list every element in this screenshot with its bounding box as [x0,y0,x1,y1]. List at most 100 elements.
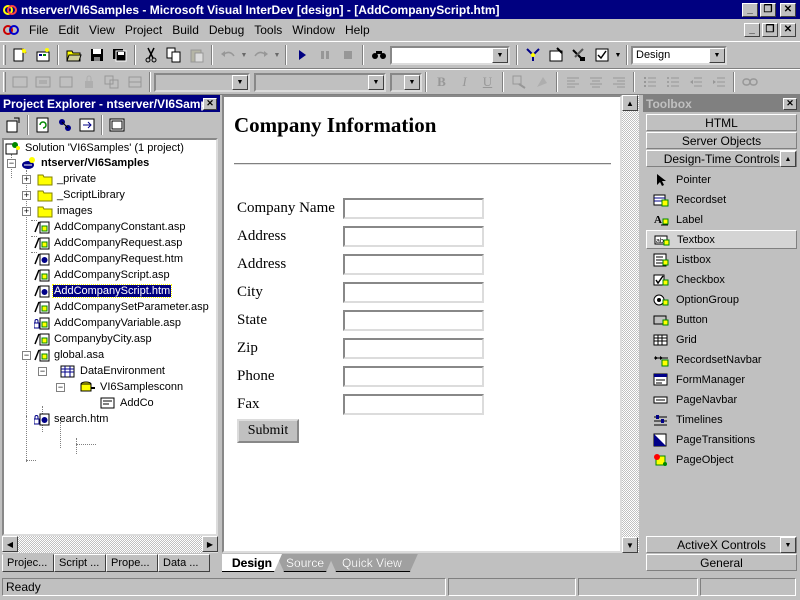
menu-build[interactable]: Build [167,23,204,37]
toolbox-tab-general[interactable]: General [646,554,797,571]
save-all-icon[interactable] [108,44,131,66]
design-canvas[interactable]: Company Information Company Name Address… [222,95,622,553]
expand-toggle[interactable]: + [22,175,31,184]
toolbox-item-listbox[interactable]: Listbox [646,250,797,269]
outdent-icon[interactable] [684,71,707,93]
tree-item[interactable]: AddCompanyRequest.htm [34,251,184,267]
menu-edit[interactable]: Edit [53,23,84,37]
horizontal-rule[interactable] [234,163,611,165]
collapse-toggle[interactable]: − [22,351,31,360]
menu-window[interactable]: Window [287,23,340,37]
toolbox-icon[interactable] [567,44,590,66]
scroll-right-icon[interactable]: ▶ [202,536,218,552]
sync-icon[interactable] [76,114,98,136]
toolbox-item-timelines[interactable]: Timelines [646,410,797,429]
toolbox-tab-server-objects[interactable]: Server Objects [646,132,797,149]
lock-icon[interactable] [77,71,100,93]
redo-dropdown-icon[interactable]: ▼ [272,44,282,66]
project-explorer-close-icon[interactable]: ✕ [203,97,217,110]
menu-project[interactable]: Project [120,23,167,37]
toolbox-item-label[interactable]: A Label [646,210,797,229]
tab-script[interactable]: Script ... [54,554,106,572]
copy-web-icon[interactable] [54,114,76,136]
view-code-icon[interactable] [2,114,24,136]
tab-design[interactable]: Design [222,554,282,572]
project-tree-hscrollbar[interactable]: ◀ ▶ [2,536,218,553]
fax-input[interactable] [343,393,484,415]
start-icon[interactable] [290,44,313,66]
toolbox-item-textbox[interactable]: ab Textbox [646,230,797,249]
highlight-icon[interactable] [530,71,553,93]
doc-close-button[interactable]: ✕ [780,23,796,37]
toolbox-tab-activex-controls[interactable]: ActiveX Controls ▼ [646,536,797,553]
toolbox-item-recordset[interactable]: Recordset [646,190,797,209]
tab-project[interactable]: Projec... [2,554,54,572]
undo-dropdown-icon[interactable]: ▼ [239,44,249,66]
align-center-icon[interactable] [584,71,607,93]
open-folder-icon[interactable] [62,44,85,66]
toolbox-item-pagetransitions[interactable]: PageTransitions [646,430,797,449]
toolbox-item-button[interactable]: Button [646,310,797,329]
bold-icon[interactable]: B [430,71,453,93]
toolbox-item-pagenavbar[interactable]: PageNavbar [646,390,797,409]
toolbar-dropdown-icon[interactable]: ▼ [613,44,623,66]
menu-file[interactable]: File [24,23,53,37]
save-icon[interactable] [85,44,108,66]
tree-item[interactable]: global.asa [34,347,105,363]
doc-minimize-button[interactable]: _ [744,23,760,37]
tree-item[interactable]: AddCompanyRequest.asp [34,235,183,251]
undo-icon[interactable] [216,44,239,66]
tree-item[interactable]: AddCompanyScript.asp [34,267,171,283]
company-name-input[interactable] [343,197,484,219]
view-links-icon[interactable] [106,114,128,136]
z-order-icon[interactable] [123,71,146,93]
size-combo[interactable]: ▼ [390,72,422,92]
properties-window-icon[interactable] [544,44,567,66]
tree-item[interactable]: _private [37,171,97,187]
align-left-icon[interactable] [561,71,584,93]
toolbox-item-optiongroup[interactable]: OptionGroup [646,290,797,309]
stop-icon[interactable] [336,44,359,66]
add-item-icon[interactable] [31,44,54,66]
new-project-icon[interactable] [8,44,31,66]
break-icon[interactable] [313,44,336,66]
page-heading[interactable]: Company Information [234,113,436,138]
toolbox-tab-design-time-controls[interactable]: Design-Time Controls ▲ [646,150,797,167]
tree-item[interactable]: CompanybyCity.asp [34,331,153,347]
doc-restore-button[interactable]: ❐ [762,23,778,37]
tree-item-selected[interactable]: AddCompanyScript.htm [34,283,173,299]
tree-item[interactable]: AddCompanyVariable.asp [34,315,182,331]
submit-button[interactable]: Submit [237,419,299,443]
style-combo[interactable]: ▼ [154,72,250,92]
redo-icon[interactable] [249,44,272,66]
format-2-icon[interactable] [31,71,54,93]
document-menu-icon[interactable] [2,22,20,38]
indent-icon[interactable] [707,71,730,93]
find-combo[interactable]: ▼ [390,45,510,65]
toolbox-scroll-down-icon[interactable]: ▼ [780,537,796,553]
toolbox-scroll-up-icon[interactable]: ▲ [780,151,796,167]
tree-item[interactable]: VI6Samplesconn [80,379,184,395]
tree-item[interactable]: AddCo [100,395,155,411]
project-explorer-icon[interactable] [521,44,544,66]
toolbox-item-formmanager[interactable]: FormManager [646,370,797,389]
paste-icon[interactable] [185,44,208,66]
tree-item[interactable]: AddCompanySetParameter.asp [34,299,210,315]
collapse-toggle[interactable]: − [56,383,65,392]
absolute-position-icon[interactable] [100,71,123,93]
tab-properties[interactable]: Prope... [106,554,158,572]
expand-toggle[interactable]: + [22,207,31,216]
toolbox-item-pageobject[interactable]: PageObject [646,450,797,469]
address2-input[interactable] [343,253,484,275]
tree-item[interactable]: ntserver/VI6Samples [21,155,150,171]
find-combo-arrow-icon[interactable]: ▼ [492,47,508,63]
tree-item[interactable]: _ScriptLibrary [37,187,126,203]
tree-item[interactable]: DataEnvironment [60,363,166,379]
expand-toggle[interactable]: + [22,191,31,200]
toolbox-item-pointer[interactable]: Pointer [646,170,797,189]
menu-tools[interactable]: Tools [249,23,287,37]
toolbox-tab-html[interactable]: HTML [646,114,797,131]
font-combo[interactable]: ▼ [254,72,386,92]
design-vscrollbar[interactable]: ▲ ▼ [622,95,639,553]
close-button[interactable]: ✕ [780,2,796,17]
